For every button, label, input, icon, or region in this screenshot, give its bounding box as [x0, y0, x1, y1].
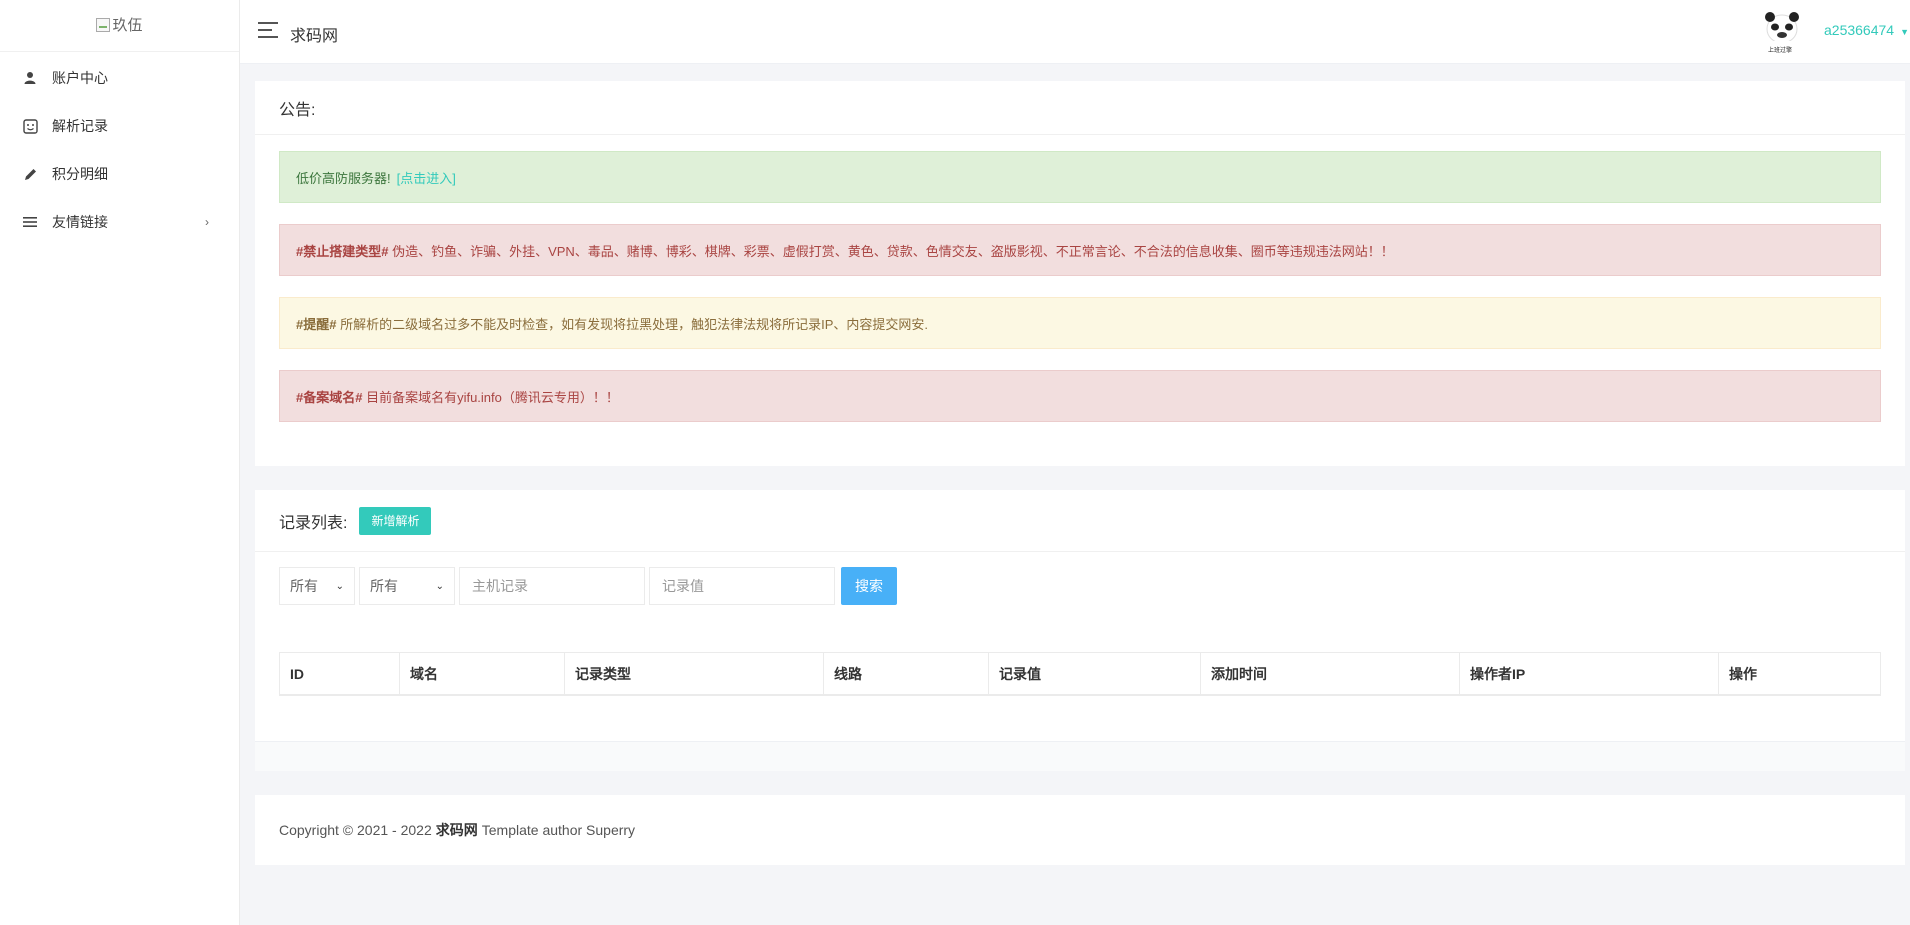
record-icon	[22, 118, 38, 134]
avatar[interactable]: 上班过擎	[1762, 10, 1802, 54]
records-heading: 记录列表:	[279, 514, 348, 532]
sidebar: 玖伍 账户中心 解析记录 积分明细 友情链接 ›	[0, 0, 240, 925]
alert-record-domain: #备案域名# 目前备案域名有yifu.info（腾讯云专用）！！	[279, 370, 1881, 422]
sidebar-item-friend-links[interactable]: 友情链接 ›	[0, 198, 239, 246]
logo-image-placeholder: 玖伍	[96, 14, 143, 35]
menu-icon	[22, 214, 38, 230]
logo[interactable]: 玖伍	[0, 0, 239, 52]
logo-alt-text: 玖伍	[112, 17, 143, 34]
chevron-down-icon: ⌄	[435, 580, 444, 592]
sidebar-item-label: 积分明细	[52, 166, 108, 182]
column-header[interactable]: 操作	[1719, 653, 1880, 694]
type-filter-select[interactable]: 所有 ⌄	[279, 567, 355, 605]
alert-text: 目前备案域名有yifu.info（腾讯云专用）！！	[362, 389, 619, 405]
sidebar-item-account[interactable]: 账户中心	[0, 54, 239, 102]
sidebar-item-label: 解析记录	[52, 118, 108, 134]
topbar: 求码网 上班过擎 a25366474 ▼	[240, 0, 1910, 64]
alert-tag: #提醒#	[296, 316, 337, 332]
alert-text: 所解析的二级域名过多不能及时检查，如有发现将拉黑处理，触犯法律法规将所记录IP、…	[336, 316, 928, 332]
alert-tag: #禁止搭建类型#	[296, 243, 389, 259]
alert-tag: #备案域名#	[296, 389, 363, 405]
column-header[interactable]: 线路	[824, 653, 989, 694]
notice-card: 公告: 低价高防服务器! [点击进入] #禁止搭建类型# 伪造、钓鱼、诈骗、外挂…	[255, 81, 1905, 466]
footer-brand[interactable]: 求码网	[436, 820, 478, 840]
select-value: 所有	[290, 578, 318, 594]
sidebar-item-label: 账户中心	[52, 70, 108, 86]
line-filter-select[interactable]: 所有 ⌄	[359, 567, 455, 605]
column-header[interactable]: ID	[280, 653, 400, 694]
sidebar-item-records[interactable]: 解析记录	[0, 102, 239, 150]
add-record-button[interactable]: 新增解析	[359, 506, 432, 535]
footer: Copyright © 2021 - 2022 求码网 Template aut…	[255, 795, 1905, 865]
chevron-down-icon: ⌄	[335, 580, 344, 592]
records-card: 记录列表: 新增解析 所有 ⌄ 所有 ⌄ 主机记录 记录值 搜索 ID 域名 记…	[255, 490, 1905, 771]
alert-success: 低价高防服务器! [点击进入]	[279, 151, 1881, 203]
alert-text: 伪造、钓鱼、诈骗、外挂、VPN、毒品、赌博、博彩、棋牌、彩票、虚假打赏、黄色、贷…	[388, 243, 1394, 259]
template-author: Template author Superry	[481, 822, 636, 838]
sidebar-item-label: 友情链接	[52, 214, 108, 230]
user-menu[interactable]: a25366474 ▼	[1824, 22, 1909, 38]
records-table-header: ID 域名 记录类型 线路 记录值 添加时间 操作者IP 操作	[279, 652, 1881, 696]
column-header[interactable]: 添加时间	[1201, 653, 1460, 694]
pagination-area	[255, 741, 1905, 771]
select-value: 所有	[370, 578, 398, 594]
alert-reminder: #提醒# 所解析的二级域名过多不能及时检查，如有发现将拉黑处理，触犯法律法规将所…	[279, 297, 1881, 349]
search-button[interactable]: 搜索	[841, 567, 897, 605]
user-icon	[22, 70, 38, 86]
notice-heading: 公告:	[255, 81, 1905, 135]
column-header[interactable]: 记录类型	[565, 653, 824, 694]
username: a25366474	[1824, 22, 1895, 38]
record-value-input[interactable]: 记录值	[649, 567, 835, 605]
caret-down-icon: ▼	[1900, 27, 1909, 37]
filter-row: 所有 ⌄ 所有 ⌄ 主机记录 记录值 搜索	[279, 567, 897, 605]
records-header: 记录列表: 新增解析	[255, 490, 1905, 552]
alert-text: 低价高防服务器!	[296, 170, 391, 186]
column-header[interactable]: 域名	[400, 653, 565, 694]
chevron-right-icon: ›	[205, 215, 209, 229]
column-header[interactable]: 记录值	[989, 653, 1201, 694]
alert-link[interactable]: [点击进入]	[397, 168, 456, 187]
pencil-icon	[22, 166, 38, 182]
column-header[interactable]: 操作者IP	[1460, 653, 1719, 694]
copyright-text: Copyright © 2021 - 2022	[279, 822, 432, 838]
avatar-caption: 上班过擎	[1768, 48, 1793, 54]
host-record-input[interactable]: 主机记录	[459, 567, 645, 605]
alert-prohibited: #禁止搭建类型# 伪造、钓鱼、诈骗、外挂、VPN、毒品、赌博、博彩、棋牌、彩票、…	[279, 224, 1881, 276]
broken-image-icon	[96, 17, 111, 32]
hamburger-menu-icon[interactable]	[258, 22, 278, 38]
site-title: 求码网	[290, 28, 339, 45]
sidebar-item-points[interactable]: 积分明细	[0, 150, 239, 198]
